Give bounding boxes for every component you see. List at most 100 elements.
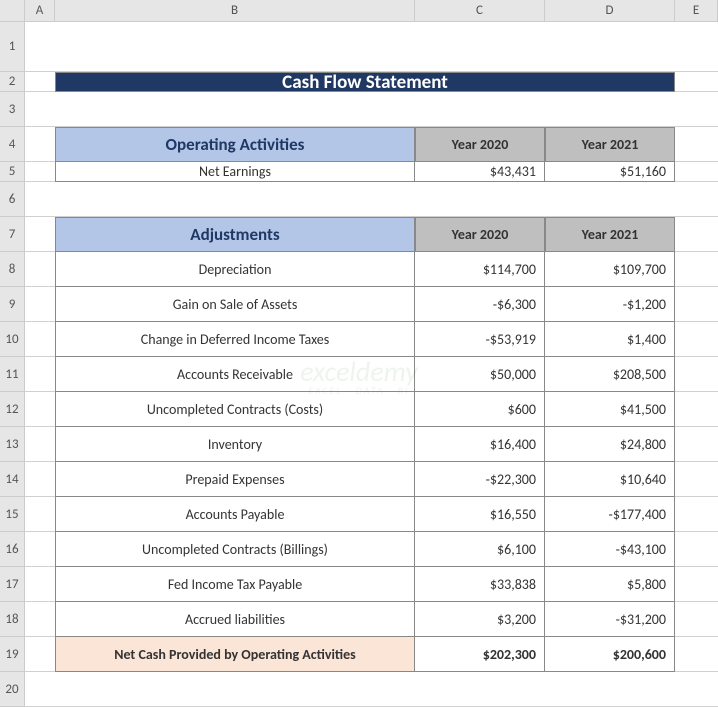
table-row-val-2021[interactable]: $24,800 [545,427,675,462]
table-row-val-2021[interactable]: -$43,100 [545,532,675,567]
table-row-val-2020[interactable]: $6,100 [415,532,545,567]
table-row-val-2020[interactable]: -$53,919 [415,322,545,357]
col-header-b[interactable]: B [55,0,415,22]
table-row-label[interactable]: Inventory [55,427,415,462]
table-row-val-2021[interactable]: -$1,200 [545,287,675,322]
cell[interactable] [55,672,415,707]
table-row-label[interactable]: Uncompleted Contracts (Costs) [55,392,415,427]
col-year-2020[interactable]: Year 2020 [415,217,545,252]
cell[interactable] [675,357,718,392]
row-net-cash-total-2021[interactable]: $200,600 [545,637,675,672]
cell[interactable] [675,462,718,497]
cell[interactable] [25,672,55,707]
table-row-val-2020[interactable]: $33,838 [415,567,545,602]
row-header-6[interactable]: 6 [0,182,25,217]
table-row-val-2021[interactable]: -$177,400 [545,497,675,532]
row-header-14[interactable]: 14 [0,462,25,497]
cell[interactable] [675,127,718,162]
row-header-13[interactable]: 13 [0,427,25,462]
col-header-d[interactable]: D [545,0,675,22]
cell[interactable] [25,567,55,602]
cell[interactable] [25,217,55,252]
table-row-val-2021[interactable]: $10,640 [545,462,675,497]
row-net-cash-total-2020[interactable]: $202,300 [415,637,545,672]
row-header-11[interactable]: 11 [0,357,25,392]
table-row-val-2021[interactable]: $109,700 [545,252,675,287]
cell[interactable] [25,72,55,92]
row-header-8[interactable]: 8 [0,252,25,287]
row-net-earnings-label[interactable]: Net Earnings [55,162,415,182]
table-row-label[interactable]: Fed Income Tax Payable [55,567,415,602]
table-row-val-2021[interactable]: $5,800 [545,567,675,602]
cell[interactable] [25,462,55,497]
cell[interactable] [545,672,675,707]
cell[interactable] [25,182,55,217]
cell[interactable] [675,567,718,602]
table-row-label[interactable]: Prepaid Expenses [55,462,415,497]
table-row-val-2020[interactable]: $114,700 [415,252,545,287]
col-year-2021[interactable]: Year 2021 [545,127,675,162]
cell[interactable] [25,532,55,567]
row-header-10[interactable]: 10 [0,322,25,357]
section-operating-header[interactable]: Operating Activities [55,127,415,162]
cell[interactable] [25,127,55,162]
row-header-3[interactable]: 3 [0,92,25,127]
cell[interactable] [25,497,55,532]
cell[interactable] [675,497,718,532]
col-header-c[interactable]: C [415,0,545,22]
cell[interactable] [675,162,718,182]
cell[interactable] [25,427,55,462]
table-row-label[interactable]: Accounts Payable [55,497,415,532]
row-net-cash-total-label[interactable]: Net Cash Provided by Operating Activitie… [55,637,415,672]
row-header-2[interactable]: 2 [0,72,25,92]
cell[interactable] [25,287,55,322]
cell[interactable] [25,162,55,182]
table-row-label[interactable]: Change in Deferred Income Taxes [55,322,415,357]
table-row-label[interactable]: Gain on Sale of Assets [55,287,415,322]
table-row-val-2020[interactable]: $16,550 [415,497,545,532]
cell[interactable] [415,92,545,127]
table-row-label[interactable]: Accounts Receivable [55,357,415,392]
cell[interactable] [545,92,675,127]
cell[interactable] [675,252,718,287]
row-header-7[interactable]: 7 [0,217,25,252]
cell[interactable] [675,322,718,357]
cell[interactable] [55,182,415,217]
row-net-earnings-2020[interactable]: $43,431 [415,162,545,182]
cell[interactable] [675,427,718,462]
table-row-val-2021[interactable]: $41,500 [545,392,675,427]
col-header-a[interactable]: A [25,0,55,22]
row-net-earnings-2021[interactable]: $51,160 [545,162,675,182]
cell[interactable] [25,357,55,392]
row-header-5[interactable]: 5 [0,162,25,182]
cell[interactable] [675,72,718,92]
cell[interactable] [25,322,55,357]
cell[interactable] [415,22,545,72]
cell[interactable] [55,92,415,127]
cell[interactable] [675,637,718,672]
table-row-val-2020[interactable]: $16,400 [415,427,545,462]
table-row-label[interactable]: Uncompleted Contracts (Billings) [55,532,415,567]
cell[interactable] [545,22,675,72]
col-year-2020[interactable]: Year 2020 [415,127,545,162]
cell[interactable] [25,637,55,672]
row-header-15[interactable]: 15 [0,497,25,532]
spreadsheet-grid[interactable]: A B C D E 1 2 Cash Flow Statement 3 4 Op… [0,0,718,707]
cell[interactable] [25,602,55,637]
cell[interactable] [675,392,718,427]
cell[interactable] [55,22,415,72]
col-header-e[interactable]: E [675,0,718,22]
table-row-val-2020[interactable]: $600 [415,392,545,427]
row-header-9[interactable]: 9 [0,287,25,322]
table-row-val-2020[interactable]: $3,200 [415,602,545,637]
page-title[interactable]: Cash Flow Statement [55,72,675,92]
row-header-4[interactable]: 4 [0,127,25,162]
cell[interactable] [675,92,718,127]
table-row-val-2020[interactable]: $50,000 [415,357,545,392]
row-header-12[interactable]: 12 [0,392,25,427]
cell[interactable] [675,287,718,322]
select-all-corner[interactable] [0,0,25,22]
row-header-1[interactable]: 1 [0,22,25,72]
cell[interactable] [545,182,675,217]
cell[interactable] [25,92,55,127]
